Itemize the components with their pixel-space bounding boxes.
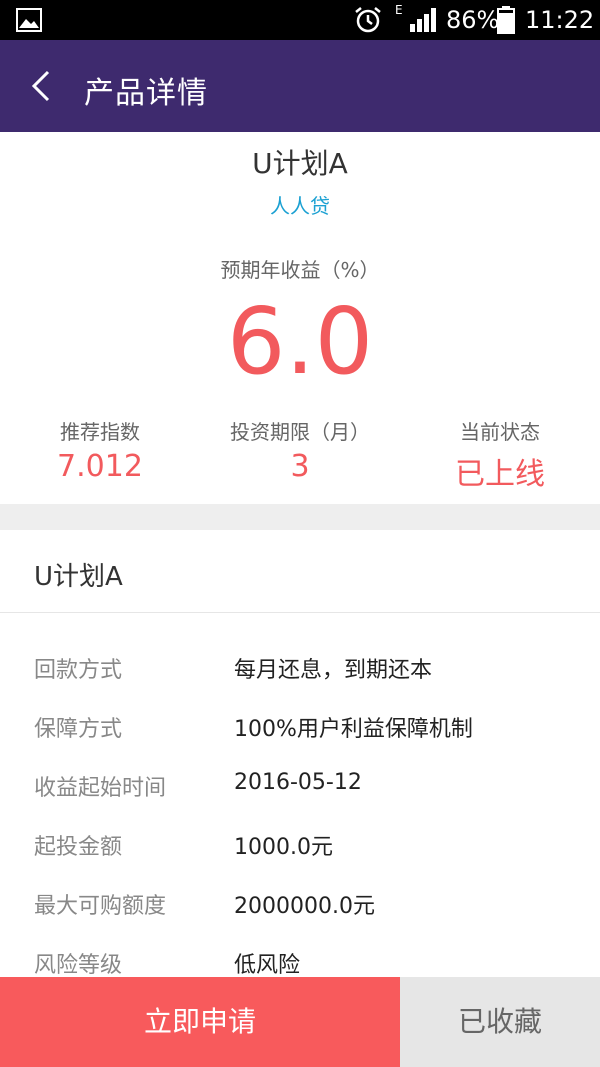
- detail-row-risk: 风险等级 低风险: [0, 947, 600, 977]
- back-chevron-icon[interactable]: [24, 66, 64, 106]
- clock: 11:22: [525, 6, 595, 34]
- detail-value: 1000.0元: [234, 835, 333, 860]
- stat-status: 当前状态 已上线: [400, 416, 600, 493]
- detail-label: 回款方式: [34, 658, 123, 683]
- stat-value: 3: [290, 449, 310, 484]
- stat-recommend-index: 推荐指数 7.012: [0, 416, 200, 484]
- detail-value: 2000000.0元: [234, 894, 375, 919]
- detail-value: 低风险: [234, 953, 301, 977]
- detail-row-repayment: 回款方式 每月还息，到期还本: [0, 652, 600, 692]
- page-title: 产品详情: [84, 76, 208, 111]
- yield-value: 6.0: [226, 288, 374, 395]
- detail-label: 收益起始时间: [34, 776, 167, 801]
- detail-label: 风险等级: [34, 953, 123, 977]
- alarm-icon: [355, 7, 381, 33]
- app-bar: 产品详情: [0, 40, 600, 132]
- product-details: U计划A 回款方式 每月还息，到期还本 保障方式 100%用户利益保障机制 收益…: [0, 530, 600, 977]
- stat-label: 推荐指数: [60, 420, 140, 444]
- status-bar: E 86% 11:22: [0, 0, 600, 40]
- stat-label: 投资期限（月）: [230, 420, 370, 444]
- image-icon: [16, 8, 42, 32]
- detail-row-start-date: 收益起始时间 2016-05-12: [0, 770, 600, 810]
- stat-value: 7.012: [57, 449, 143, 484]
- detail-row-min-amount: 起投金额 1000.0元: [0, 829, 600, 869]
- battery-percent: 86%: [446, 6, 500, 34]
- details-title: U计划A: [34, 562, 123, 592]
- product-summary: U计划A 人人贷 预期年收益（%） 6.0 推荐指数 7.012 投资期限（月）…: [0, 132, 600, 504]
- detail-label: 起投金额: [34, 835, 123, 860]
- favorite-button[interactable]: 已收藏: [400, 977, 600, 1067]
- stat-label: 当前状态: [460, 420, 540, 444]
- stat-term: 投资期限（月） 3: [200, 416, 400, 484]
- yield-label: 预期年收益（%）: [220, 258, 380, 282]
- battery-icon: [497, 6, 515, 34]
- apply-button[interactable]: 立即申请: [0, 977, 400, 1067]
- detail-value: 每月还息，到期还本: [234, 658, 433, 683]
- divider: [0, 612, 600, 613]
- product-name: U计划A: [252, 147, 348, 180]
- detail-label: 最大可购额度: [34, 894, 167, 919]
- signal-icon: [410, 8, 436, 32]
- detail-row-guarantee: 保障方式 100%用户利益保障机制: [0, 711, 600, 751]
- detail-value: 2016-05-12: [234, 770, 362, 795]
- detail-value: 100%用户利益保障机制: [234, 717, 473, 742]
- detail-row-max-amount: 最大可购额度 2000000.0元: [0, 888, 600, 928]
- detail-label: 保障方式: [34, 717, 123, 742]
- stat-value: 已上线: [455, 457, 545, 492]
- platform-link[interactable]: 人人贷: [0, 190, 600, 219]
- network-type: E: [395, 3, 403, 17]
- section-divider: [0, 504, 600, 530]
